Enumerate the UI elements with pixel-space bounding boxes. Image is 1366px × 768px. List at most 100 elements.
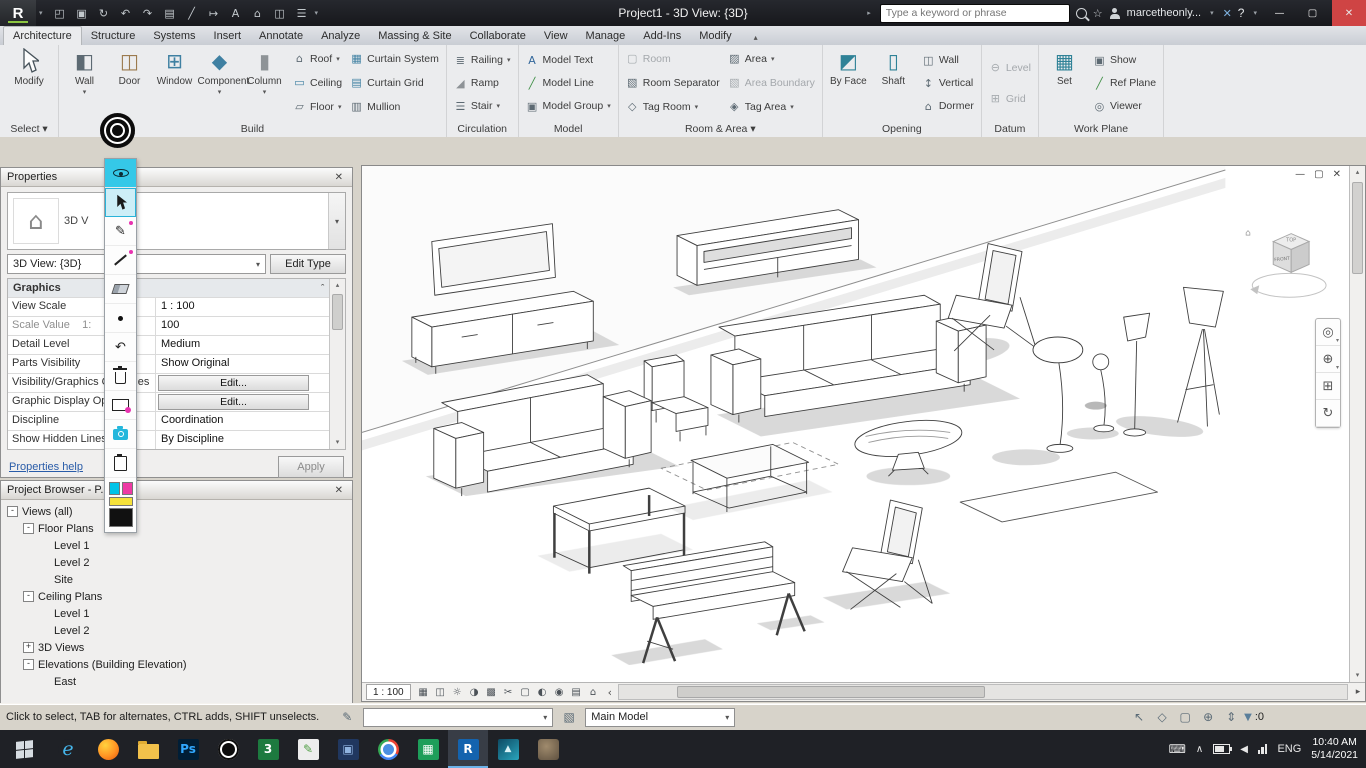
property-value[interactable]: 100 — [156, 317, 329, 335]
scroll-down-icon[interactable]: ▾ — [1356, 669, 1360, 682]
view-control-icon[interactable]: ⌂ — [585, 685, 602, 700]
view-scale-button[interactable]: 1 : 100 — [366, 684, 411, 700]
ribbon-button[interactable]: ⌂ Dormer ▾ — [918, 95, 978, 118]
property-value[interactable]: Edit... — [158, 375, 309, 391]
design-options-icon[interactable]: ▧ — [559, 707, 579, 727]
property-value[interactable]: Show Original — [156, 355, 329, 373]
edit-type-button[interactable]: Edit Type — [270, 254, 346, 274]
property-value[interactable]: Coordination — [156, 412, 329, 430]
qat-icon[interactable]: ▣ — [72, 3, 92, 23]
qat-icon[interactable]: A — [226, 3, 246, 23]
navigation-tool[interactable]: ⊞ ▾ — [1316, 373, 1340, 400]
taskbar-app-icon[interactable] — [528, 730, 568, 768]
modify-button[interactable]: Modify — [3, 46, 55, 120]
selection-toggle-icon[interactable]: ↖ — [1129, 707, 1149, 727]
tree-item[interactable]: Level 1 — [1, 605, 352, 622]
tree-item[interactable]: - Views (all) — [1, 503, 352, 520]
eraser-tool[interactable] — [105, 275, 136, 304]
clear-all-tool[interactable] — [105, 362, 136, 391]
scroll-up-icon[interactable]: ▴ — [1356, 166, 1360, 179]
taskbar-app-icon[interactable]: ▣ — [328, 730, 368, 768]
property-group-graphics[interactable]: Graphics ˆ — [8, 279, 329, 297]
worksets-icon[interactable]: ✎ — [337, 707, 357, 727]
active-workset-combo[interactable]: ▾ — [363, 707, 554, 727]
ribbon-button[interactable]: ▱ Floor ▾ — [289, 95, 346, 118]
scroll-down-icon[interactable]: ▾ — [336, 436, 340, 449]
filter-count[interactable]: :0 — [1255, 711, 1264, 723]
tree-expander-icon[interactable]: - — [23, 591, 34, 602]
taskbar-app-icon[interactable] — [88, 730, 128, 768]
scroll-right-icon[interactable]: ▸ — [1351, 687, 1365, 697]
clock[interactable]: 10:40 AM 5/14/2021 — [1311, 736, 1358, 762]
tree-item[interactable]: - Elevations (Building Elevation) — [1, 656, 352, 673]
ribbon-button[interactable]: ⊞ Window ▾ — [152, 46, 197, 120]
ribbon-button[interactable]: ▣ Show ▾ — [1089, 49, 1160, 72]
customize-qat-caret-icon[interactable]: ▾ — [315, 9, 319, 17]
taskbar-app-icon[interactable]: R — [448, 730, 488, 768]
ribbon-button[interactable]: ☰ Stair ▾ — [450, 95, 515, 118]
property-value[interactable]: Medium — [156, 336, 329, 354]
ribbon-button[interactable]: ◎ Viewer ▾ — [1089, 95, 1160, 118]
ribbon-button[interactable]: ▨ Area ▾ — [724, 47, 819, 70]
view-minimize-icon[interactable]: — — [1295, 169, 1305, 180]
tree-item[interactable]: Level 2 — [1, 622, 352, 639]
undo-tool[interactable]: ↶ — [105, 333, 136, 362]
view-control-icon[interactable]: ◑ — [466, 685, 483, 700]
qat-icon[interactable]: ↷ — [138, 3, 158, 23]
color-swatch[interactable] — [108, 497, 133, 506]
qat-icon[interactable]: ↶ — [116, 3, 136, 23]
ribbon-tab[interactable]: Annotate — [250, 27, 312, 45]
color-swatch[interactable] — [108, 508, 133, 527]
collapse-group-icon[interactable]: ˆ — [321, 283, 324, 293]
property-value[interactable]: 1 : 100 — [156, 298, 329, 316]
whiteboard-tool[interactable] — [105, 391, 136, 420]
ribbon-button[interactable]: ╱ Ref Plane ▾ — [1089, 72, 1160, 95]
restore-button[interactable]: ▢ — [1299, 0, 1326, 26]
taskbar-app-icon[interactable]: 3 — [248, 730, 288, 768]
taskbar-app-icon[interactable]: ▦ — [408, 730, 448, 768]
filter-icon[interactable]: ▼ — [1244, 712, 1252, 723]
ribbon-button[interactable]: ╱ Model Line ▾ — [522, 72, 615, 95]
view-control-icon[interactable]: ▦ — [415, 685, 432, 700]
ribbon-button[interactable]: ◫ Wall ▾ — [918, 49, 978, 72]
start-button[interactable] — [0, 730, 48, 768]
ribbon-tab[interactable]: Systems — [144, 27, 204, 45]
panel-label-select[interactable]: Select ▾ — [0, 121, 58, 137]
sign-in-star-icon[interactable]: ☆ — [1093, 7, 1103, 20]
ribbon-button[interactable]: ▤ Curtain Grid ▾ — [346, 71, 443, 94]
ribbon-button[interactable]: ◧ Wall ▾ — [62, 46, 107, 120]
minimize-ribbon-icon[interactable]: ▴ — [749, 30, 763, 45]
selection-toggle-icon[interactable]: ◇ — [1152, 707, 1172, 727]
navigation-tool[interactable]: ↻ ▾ — [1316, 400, 1340, 427]
taskbar-app-icon[interactable] — [368, 730, 408, 768]
help-caret-icon[interactable]: ▾ — [1253, 9, 1257, 17]
tree-expander-icon[interactable]: + — [23, 642, 34, 653]
search-input[interactable] — [879, 3, 1070, 23]
brush-size-tool[interactable] — [105, 304, 136, 333]
help-icon[interactable]: ? — [1238, 6, 1245, 20]
ribbon-button[interactable]: ≣ Railing ▾ — [450, 49, 515, 72]
ribbon-button[interactable]: ▥ Mullion ▾ — [346, 95, 443, 118]
battery-icon[interactable] — [1213, 744, 1233, 754]
exchange-apps-icon[interactable]: ✕ — [1223, 7, 1232, 20]
tripod-floor-lamp[interactable] — [1177, 286, 1224, 427]
screenshot-tool[interactable] — [105, 420, 136, 449]
design-option-combo[interactable]: Main Model ▾ — [585, 707, 736, 727]
taskbar-app-icon[interactable]: ▲ — [488, 730, 528, 768]
ribbon-tab[interactable]: Structure — [82, 27, 145, 45]
view-restore-icon[interactable]: ▢ — [1314, 169, 1323, 180]
minimize-button[interactable]: — — [1266, 0, 1293, 26]
ribbon-button[interactable]: ↕ Vertical ▾ — [918, 72, 978, 95]
select-cursor-tool[interactable] — [105, 188, 136, 217]
color-swatch[interactable] — [121, 482, 133, 495]
ribbon-tab[interactable]: Modify — [690, 27, 740, 45]
project-browser-close-icon[interactable]: ✕ — [332, 485, 346, 496]
language-indicator[interactable]: ENG — [1277, 743, 1301, 755]
navigation-tool[interactable]: ◎ ▾ — [1316, 319, 1340, 346]
vertical-scrollbar[interactable]: ▴ ▾ — [1349, 166, 1365, 682]
application-menu-caret-icon[interactable]: ▾ — [39, 9, 43, 17]
ribbon-button[interactable]: ▯ Shaft ▾ — [871, 46, 916, 120]
ribbon-tab[interactable]: Collaborate — [461, 27, 535, 45]
show-hidden-icons-icon[interactable]: ∧ — [1196, 744, 1203, 755]
selection-toggle-icon[interactable]: ⊕ — [1198, 707, 1218, 727]
